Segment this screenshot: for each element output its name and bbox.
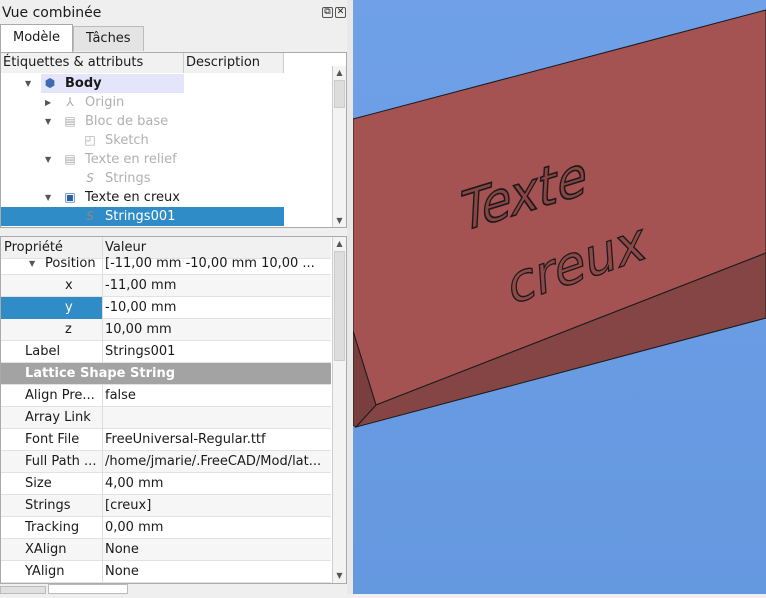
property-value[interactable]: 0,00 mm: [105, 517, 329, 538]
expand-down-icon[interactable]: ▼: [45, 112, 51, 131]
property-name: Tracking: [25, 520, 80, 535]
expand-down-icon[interactable]: ▼: [25, 74, 31, 93]
property-name: Align Pre...: [25, 388, 95, 403]
tree-item[interactable]: S Strings001: [1, 207, 284, 226]
property-name: Strings: [25, 498, 71, 513]
model-tree: Étiquettes & attributs Description ▼ ⬢ Bod…: [0, 52, 347, 228]
property-name: x: [65, 278, 73, 293]
property-name: Full Path ...: [25, 454, 97, 469]
property-row[interactable]: Font File FreeUniversal-Regular.ttf: [1, 429, 331, 451]
float-icon[interactable]: ⧉: [322, 7, 333, 18]
property-value[interactable]: -11,00 mm: [105, 275, 329, 296]
tree-item-label: Origin: [85, 95, 125, 110]
shapestring-icon: S: [86, 209, 94, 223]
close-icon[interactable]: ✕: [335, 7, 346, 18]
expand-down-icon[interactable]: ▼: [29, 253, 35, 274]
tab-model[interactable]: Modèle: [0, 24, 74, 52]
property-scrollbar[interactable]: ▲ ▼: [332, 237, 346, 583]
group-label: Lattice Shape String: [25, 366, 176, 381]
tree-item[interactable]: ▼ ▤ Texte en relief: [1, 150, 284, 169]
tree-item-label: Strings001: [105, 209, 176, 224]
property-row[interactable]: Array Link: [1, 407, 331, 429]
property-value[interactable]: -10,00 mm: [105, 297, 329, 318]
property-name: y: [65, 300, 73, 315]
expand-right-icon[interactable]: ▶: [45, 93, 51, 112]
tab-view[interactable]: [0, 586, 46, 594]
property-row[interactable]: Align Pre... false: [1, 385, 331, 407]
tree-item-label: Strings: [105, 171, 151, 186]
property-value[interactable]: None: [105, 539, 329, 560]
property-name: Size: [25, 476, 52, 491]
property-row[interactable]: Size 4,00 mm: [1, 473, 331, 495]
tree-item-label: Body: [65, 76, 102, 91]
property-value[interactable]: FreeUniversal-Regular.ttf: [105, 429, 329, 450]
column-header-description[interactable]: Description: [184, 53, 284, 73]
property-group[interactable]: Lattice Shape String: [1, 363, 331, 385]
3d-viewport[interactable]: Texte creux: [352, 0, 766, 594]
property-name: Label: [25, 344, 61, 359]
tab-data[interactable]: [48, 584, 128, 594]
tree-item-label: Bloc de base: [85, 114, 169, 129]
property-row[interactable]: x -11,00 mm: [1, 275, 331, 297]
property-value[interactable]: Strings001: [105, 341, 329, 362]
tree-item[interactable]: ▼ ▤ Bloc de base: [1, 112, 284, 131]
property-row[interactable]: Strings [creux]: [1, 495, 331, 517]
column-header-labels[interactable]: Étiquettes & attributs: [1, 53, 184, 73]
expand-down-icon[interactable]: ▼: [45, 188, 51, 207]
property-name: YAlign: [25, 564, 65, 579]
bottom-tabs: [0, 584, 352, 594]
property-value[interactable]: /home/jmarie/.FreeCAD/Mod/lat...: [105, 451, 329, 472]
tree-item[interactable]: ◰ Sketch: [1, 131, 284, 150]
property-value[interactable]: None: [105, 561, 329, 582]
tree-item-label: Texte en relief: [85, 152, 177, 167]
property-value[interactable]: false: [105, 385, 329, 406]
tree-item[interactable]: S Strings: [1, 169, 284, 188]
property-row[interactable]: XAlign None: [1, 539, 331, 561]
property-value[interactable]: 4,00 mm: [105, 473, 329, 494]
tree-item[interactable]: ▼ ▣ Texte en creux: [1, 188, 284, 207]
property-value[interactable]: 10,00 mm: [105, 319, 329, 340]
property-row[interactable]: Full Path ... /home/jmarie/.FreeCAD/Mod/l…: [1, 451, 331, 473]
origin-axes-icon: ⅄: [66, 95, 74, 109]
tree-scrollbar[interactable]: ▲ ▼: [332, 66, 346, 227]
pocket-icon: ▣: [64, 190, 76, 204]
tree-item[interactable]: ▼ ⬢ Body: [25, 74, 184, 93]
tree-item-label: Texte en creux: [85, 190, 180, 205]
sketch-icon: ◰: [84, 133, 96, 147]
property-row[interactable]: ▼ Position [-11,00 mm -10,00 mm 10,00 ...: [1, 253, 331, 275]
tree-item-label: Sketch: [105, 133, 149, 148]
property-row[interactable]: Label Strings001: [1, 341, 331, 363]
property-name: XAlign: [25, 542, 67, 557]
property-value[interactable]: [creux]: [105, 495, 329, 516]
property-name: z: [65, 322, 72, 337]
tree-item[interactable]: ▶ ⅄ Origin: [1, 93, 284, 112]
property-name: Array Link: [25, 410, 91, 425]
combo-view-panel: Vue combinée ⧉ ✕ Modèle Tâches Étiquette…: [0, 0, 352, 594]
property-editor: Propriété Valeur ▼ Position [-11,00 mm -10…: [0, 236, 347, 584]
property-row[interactable]: z 10,00 mm: [1, 319, 331, 341]
property-row[interactable]: YAlign None: [1, 561, 331, 583]
expand-down-icon[interactable]: ▼: [45, 150, 51, 169]
tab-tasks[interactable]: Tâches: [73, 26, 144, 51]
property-name: Position: [45, 256, 96, 271]
property-row[interactable]: Tracking 0,00 mm: [1, 517, 331, 539]
property-row[interactable]: y -10,00 mm: [1, 297, 331, 319]
property-name: Font File: [25, 432, 80, 447]
panel-title: Vue combinée: [2, 5, 102, 21]
3d-scene: Texte creux: [352, 9, 766, 428]
body-icon: ⬢: [44, 76, 56, 90]
pad-icon: ▤: [64, 152, 76, 166]
pad-icon: ▤: [64, 114, 76, 128]
shapestring-icon: S: [86, 171, 94, 185]
property-value[interactable]: [-11,00 mm -10,00 mm 10,00 ...: [105, 253, 329, 274]
